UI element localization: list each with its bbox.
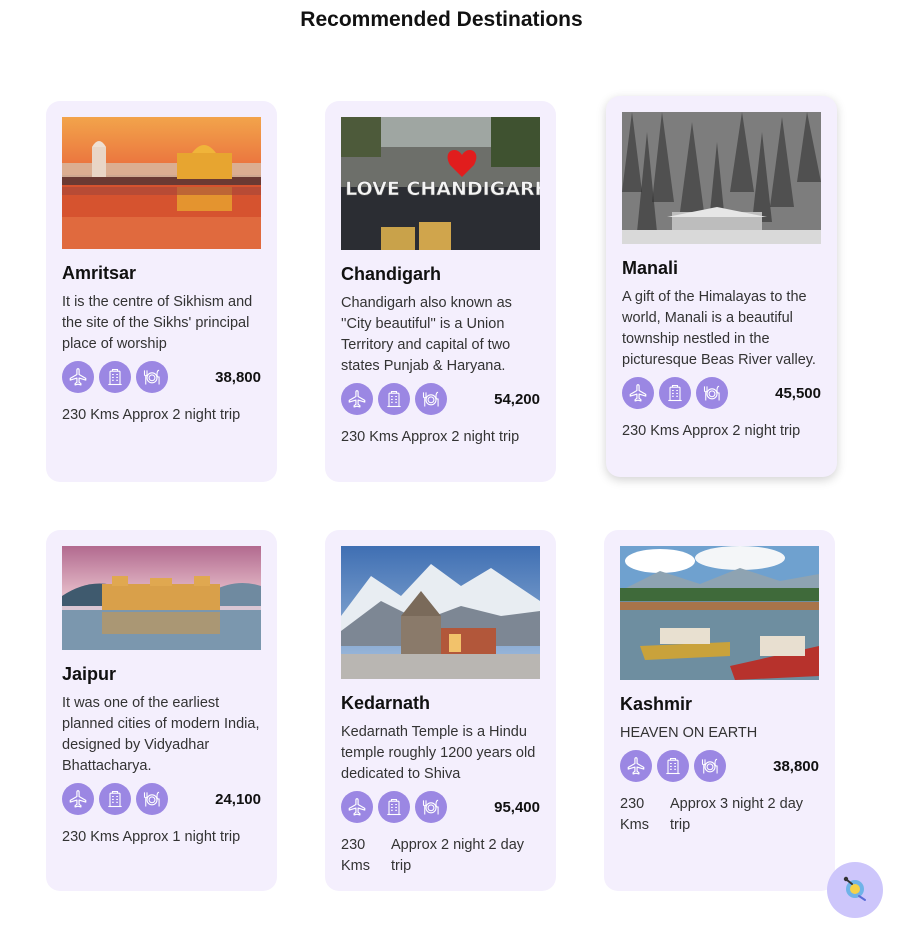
hotel-icon (99, 361, 131, 393)
meal-icon (415, 383, 447, 415)
trip-distance: 230 Kms (620, 796, 649, 833)
price: 38,800 (215, 368, 261, 386)
feature-row: 38,800 (620, 750, 819, 782)
trip-detail: Approx 3 night 2 day trip (670, 796, 804, 833)
destination-name: Chandigarh (341, 264, 442, 284)
price: 95,400 (494, 798, 540, 816)
hotel-icon (99, 783, 131, 815)
destination-name: Kashmir (620, 694, 693, 714)
destination-card-amritsar[interactable]: Amritsar It is the centre of Sikhism and… (46, 101, 277, 482)
destination-image (622, 112, 821, 244)
hotel-icon (657, 750, 689, 782)
destination-image (62, 546, 261, 650)
destination-card-kedarnath[interactable]: Kedarnath Kedarnath Temple is a Hindu te… (325, 530, 556, 891)
trip-info: 230 Kms Approx 2 night trip (62, 407, 241, 423)
destination-image: I LOVE CHANDIGARH (341, 117, 540, 250)
destination-description: A gift of the Himalayas to the world, Ma… (622, 289, 816, 368)
destination-name: Kedarnath (341, 693, 431, 713)
sign-text: I LOVE CHANDIGARH (341, 178, 540, 200)
airplane-icon (620, 750, 652, 782)
feature-row: 45,500 (622, 377, 821, 409)
price: 24,100 (215, 790, 261, 808)
trip-info: 230 Kms Approx 2 night 2 day trip (341, 835, 540, 877)
trip-distance: 230 Kms (341, 837, 370, 874)
airplane-icon (62, 361, 94, 393)
destination-description: HEAVEN ON EARTH (620, 725, 758, 741)
feature-row: 38,800 (62, 361, 261, 393)
destination-description: It is the centre of Sikhism and the site… (62, 294, 253, 352)
price: 54,200 (494, 390, 540, 408)
destination-name: Amritsar (62, 263, 137, 283)
meal-icon (136, 361, 168, 393)
destination-card-jaipur[interactable]: Jaipur It was one of the earliest planne… (46, 530, 277, 891)
destination-image (620, 546, 819, 680)
destination-description: Kedarnath Temple is a Hindu temple rough… (341, 724, 536, 782)
price: 45,500 (775, 384, 821, 402)
feature-row: 95,400 (341, 791, 540, 823)
airplane-icon (341, 791, 373, 823)
trip-info: 230 Kms Approx 2 night trip (341, 429, 520, 445)
feature-row: 24,100 (62, 783, 261, 815)
destination-image (62, 117, 261, 249)
page-title: Recommended Destinations (300, 8, 583, 31)
destination-name: Jaipur (62, 664, 117, 684)
chat-button[interactable] (827, 862, 883, 918)
airplane-icon (62, 783, 94, 815)
destination-description: Chandigarh also known as ''City beautifu… (341, 295, 512, 374)
trip-info: 230 Kms Approx 3 night 2 day trip (620, 794, 819, 836)
meal-icon (696, 377, 728, 409)
meal-icon (694, 750, 726, 782)
destination-name: Manali (622, 258, 679, 278)
airplane-icon (622, 377, 654, 409)
feature-row: 54,200 (341, 383, 540, 415)
trip-info: 230 Kms Approx 2 night trip (622, 423, 801, 439)
destination-card-kashmir[interactable]: Kashmir HEAVEN ON EARTH 38,800 230 Kms A… (604, 530, 835, 891)
meal-icon (136, 783, 168, 815)
destination-card-manali[interactable]: Manali A gift of the Himalayas to the wo… (606, 96, 837, 477)
hotel-icon (378, 791, 410, 823)
hotel-icon (659, 377, 691, 409)
meal-icon (415, 791, 447, 823)
airplane-icon (341, 383, 373, 415)
destination-card-chandigarh[interactable]: I LOVE CHANDIGARH Chandigarh Chandigarh … (325, 101, 556, 482)
hotel-icon (378, 383, 410, 415)
trip-info: 230 Kms Approx 1 night trip (62, 829, 241, 845)
destination-description: It was one of the earliest planned citie… (62, 695, 260, 774)
price: 38,800 (773, 757, 819, 775)
destination-image (341, 546, 540, 679)
chatbot-icon (841, 874, 869, 907)
trip-detail: Approx 2 night 2 day trip (391, 837, 525, 874)
